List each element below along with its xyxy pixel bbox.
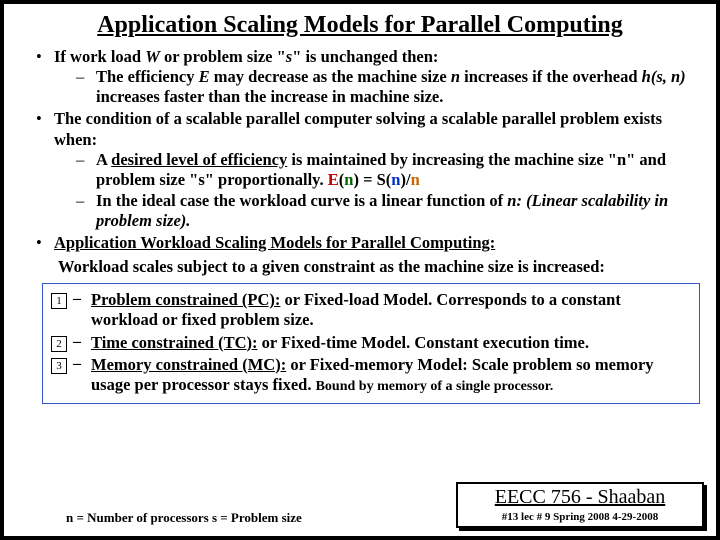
course-label: EECC 756 - Shaaban bbox=[464, 486, 696, 509]
bullet-2-sub-1: A desired level of efficiency is maintai… bbox=[76, 150, 696, 190]
models-box: 1 – Problem constrained (PC): or Fixed-l… bbox=[42, 283, 700, 404]
model-num-1: 1 bbox=[51, 293, 67, 309]
model-num-3: 3 bbox=[51, 358, 67, 374]
bullet-1-sub: The efficiency E may decrease as the mac… bbox=[76, 67, 696, 107]
model-num-2: 2 bbox=[51, 336, 67, 352]
subheading: Workload scales subject to a given const… bbox=[4, 255, 716, 281]
model-row-3: 3 – Memory constrained (MC): or Fixed-me… bbox=[51, 355, 691, 395]
page-title: Application Scaling Models for Parallel … bbox=[4, 4, 716, 45]
bullet-1: If work load W or problem size "s" is un… bbox=[32, 47, 696, 107]
content-area: If work load W or problem size "s" is un… bbox=[4, 45, 716, 253]
footer-note: #13 lec # 9 Spring 2008 4-29-2008 bbox=[464, 511, 696, 523]
bullet-2: The condition of a scalable parallel com… bbox=[32, 109, 696, 231]
footer: EECC 756 - Shaaban #13 lec # 9 Spring 20… bbox=[456, 482, 704, 528]
bullet-3: Application Workload Scaling Models for … bbox=[32, 233, 696, 253]
model-row-2: 2 – Time constrained (TC): or Fixed-time… bbox=[51, 333, 691, 353]
model-row-1: 1 – Problem constrained (PC): or Fixed-l… bbox=[51, 290, 691, 330]
bullet-2-sub-2: In the ideal case the workload curve is … bbox=[76, 191, 696, 231]
legend: n = Number of processors s = Problem siz… bbox=[66, 510, 302, 526]
